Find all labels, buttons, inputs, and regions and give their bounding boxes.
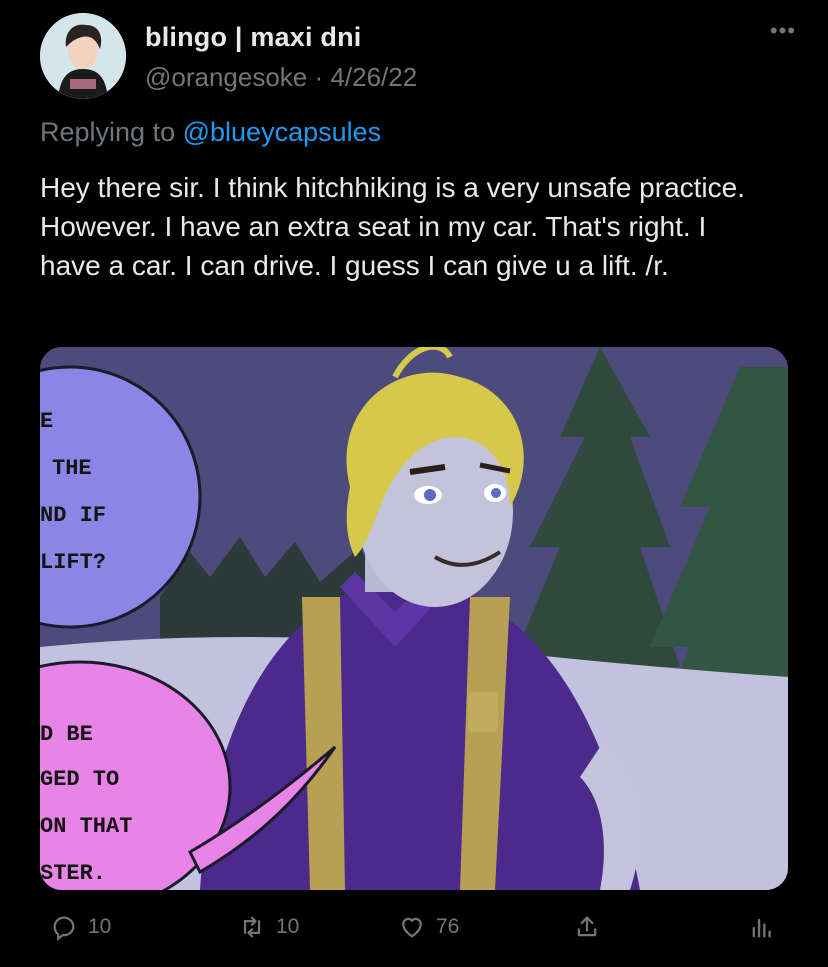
display-name[interactable]: blingo | maxi dni [145,22,361,53]
reply-icon [53,916,75,941]
analytics-button[interactable] [748,913,786,941]
reply-count: 10 [88,915,112,938]
retweet-icon [243,916,261,938]
tweet-actions: 10 10 76 [0,905,828,955]
handle-row: @orangesoke · 4/26/22 [145,62,417,93]
handle[interactable]: @orangesoke [145,62,307,92]
more-icon[interactable]: ••• [770,18,796,44]
bubble-bottom-line-3: ON THAT [40,814,132,839]
bubble-bottom-line-1: D BE [40,722,93,747]
bubble-top-line-1: E [40,409,53,434]
bubble-top-line-2: THE [52,456,92,481]
replying-to: Replying to @blueycapsules [40,117,381,148]
bubble-bottom-line-2: GED TO [40,767,119,792]
avatar-image [40,13,126,99]
author-name-row[interactable]: blingo | maxi dni [145,22,361,53]
tweet-text: Hey there sir. I think hitchhiking is a … [40,172,745,281]
bubble-top-line-4: LIFT? [40,550,106,575]
retweet-count: 10 [276,915,300,938]
bubble-top-line-3: ND IF [40,503,106,528]
separator: · [314,62,324,92]
like-button[interactable]: 76 [398,913,459,941]
tweet-date[interactable]: 4/26/22 [330,62,417,92]
like-count: 76 [436,915,460,938]
share-icon [577,916,597,937]
avatar[interactable] [40,13,126,99]
retweet-button[interactable]: 10 [238,913,299,941]
tweet-media[interactable]: E THE ND IF LIFT? D BE GED TO ON THAT ST… [40,347,788,890]
replying-prefix: Replying to [40,117,176,147]
heart-icon [402,917,422,938]
illustration: E THE ND IF LIFT? D BE GED TO ON THAT ST… [40,347,788,890]
bubble-bottom-line-4: STER. [40,861,106,886]
analytics-icon [752,918,771,938]
replying-to-link[interactable]: @blueycapsules [183,117,382,147]
share-button[interactable] [573,913,611,941]
reply-button[interactable]: 10 [50,913,111,941]
